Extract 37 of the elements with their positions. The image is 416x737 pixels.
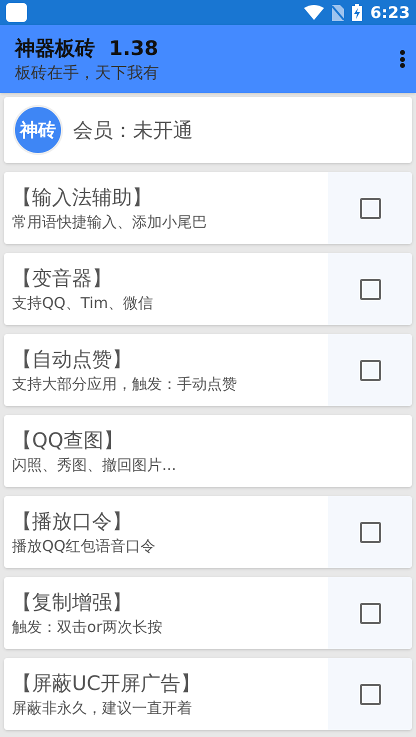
- feature-title: 【播放口令】: [12, 508, 133, 535]
- feature-card[interactable]: 【QQ查图】 闪照、秀图、撤回图片...: [4, 415, 412, 487]
- checkbox[interactable]: [360, 522, 380, 542]
- member-card[interactable]: 神砖 会员：未开通: [4, 97, 412, 163]
- feature-title: 【输入法辅助】: [12, 184, 153, 211]
- app-subtitle: 板砖在手，天下我有: [15, 62, 159, 84]
- feature-card[interactable]: 【播放口令】 播放QQ红包语音口令: [4, 496, 412, 568]
- feature-description: 播放QQ红包语音口令: [12, 536, 157, 557]
- app-title: 神器板砖 1.38: [15, 35, 159, 62]
- feature-description: 屏蔽非永久，建议一直开着: [12, 698, 193, 719]
- checkbox[interactable]: [360, 198, 380, 218]
- feature-description: 触发：双击or两次长按: [12, 617, 164, 638]
- feature-card[interactable]: 【变音器】 支持QQ、Tim、微信: [4, 253, 412, 325]
- checkbox[interactable]: [360, 360, 380, 380]
- no-sim-icon: [332, 4, 344, 20]
- feature-title: 【自动点赞】: [12, 346, 133, 373]
- clock: 6:23: [370, 2, 410, 24]
- app-logo: 神砖: [13, 105, 63, 155]
- feature-card[interactable]: 【输入法辅助】 常用语快捷输入、添加小尾巴: [4, 172, 412, 244]
- checkbox[interactable]: [360, 602, 380, 624]
- feature-title: 【QQ查图】: [12, 427, 124, 454]
- battery-charging-icon: [352, 4, 362, 21]
- feature-description: 常用语快捷输入、添加小尾巴: [12, 212, 208, 233]
- checkbox[interactable]: [360, 278, 380, 300]
- feature-card[interactable]: 【复制增强】 触发：双击or两次长按: [4, 577, 412, 649]
- checkbox[interactable]: [360, 684, 380, 704]
- feature-description: 闪照、秀图、撤回图片...: [12, 455, 178, 476]
- feature-title: 【变音器】: [12, 265, 113, 292]
- feature-description: 支持大部分应用，触发：手动点赞: [12, 374, 238, 395]
- membership-status: 会员：未开通: [73, 117, 193, 144]
- app-notification-icon: [6, 3, 27, 22]
- feature-card[interactable]: 【自动点赞】 支持大部分应用，触发：手动点赞: [4, 334, 412, 406]
- feature-description: 支持QQ、Tim、微信: [12, 293, 154, 314]
- feature-title: 【屏蔽UC开屏广告】: [12, 670, 202, 697]
- feature-card[interactable]: 【屏蔽UC开屏广告】 屏蔽非永久，建议一直开着: [4, 658, 412, 730]
- feature-title: 【复制增强】: [12, 589, 133, 616]
- wifi-icon: [304, 5, 324, 20]
